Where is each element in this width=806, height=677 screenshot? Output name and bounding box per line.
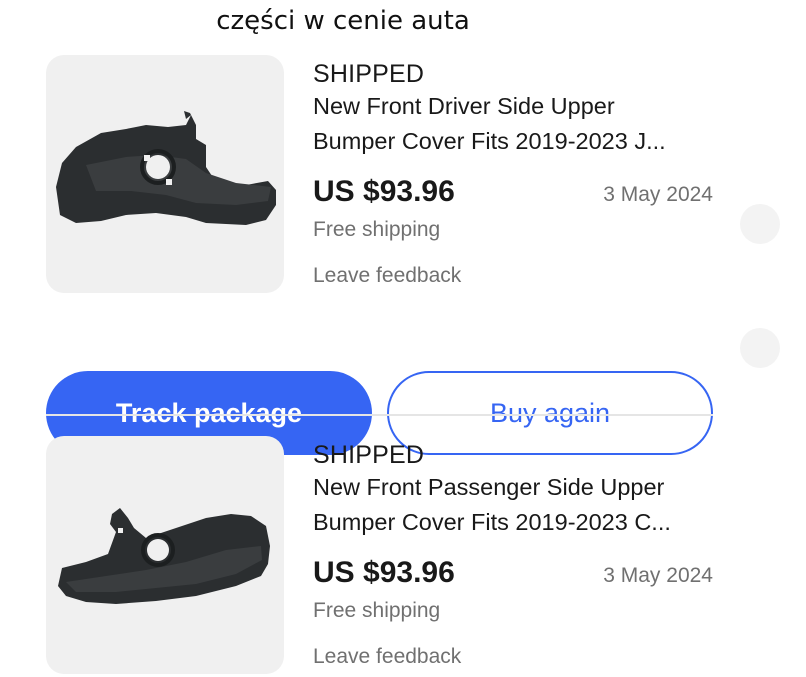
leave-feedback-link[interactable]: Leave feedback [313,645,461,669]
order-status: SHIPPED [313,60,425,88]
bumper-passenger-side-icon [58,508,270,604]
product-title[interactable]: New Front Driver Side Upper Bumper Cover… [313,89,713,159]
image-caption: części w cenie auta [216,6,470,36]
buy-again-button[interactable]: Buy again [387,371,713,455]
faded-avatar [740,204,780,244]
divider [46,414,713,416]
product-image[interactable] [46,436,284,674]
faded-avatar [740,328,780,368]
product-title-line: Bumper Cover Fits 2019-2023 C... [313,509,671,535]
bumper-driver-side-icon [56,111,276,225]
order-date: 3 May 2024 [603,564,713,587]
product-title-line: New Front Passenger Side Upper [313,474,665,500]
product-image[interactable] [46,55,284,293]
product-title-line: New Front Driver Side Upper [313,93,615,119]
product-title[interactable]: New Front Passenger Side Upper Bumper Co… [313,470,713,540]
product-title-line: Bumper Cover Fits 2019-2023 J... [313,128,666,154]
shipping-info: Free shipping [313,599,441,622]
shipping-info: Free shipping [313,218,441,241]
leave-feedback-link[interactable]: Leave feedback [313,264,461,288]
order-status: SHIPPED [313,441,425,469]
order-price: US $93.96 [313,556,455,589]
order-date: 3 May 2024 [603,183,713,206]
order-price: US $93.96 [313,175,455,208]
